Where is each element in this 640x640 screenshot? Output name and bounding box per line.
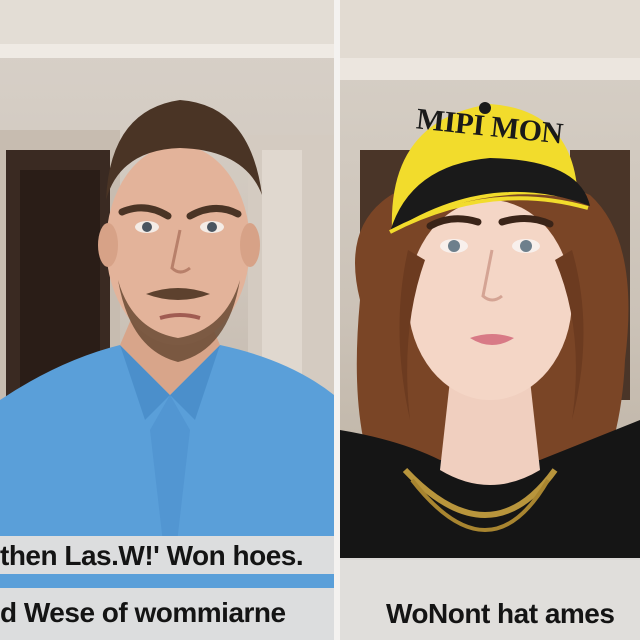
left-photo-panel: then Las.W!' Won hoes. d Wese of wommiar… <box>0 0 334 640</box>
right-photo-panel: MIPI MON WoNont hat ames <box>340 0 640 640</box>
right-caption-line-1: WoNont hat ames <box>386 598 615 629</box>
left-caption-line-1: then Las.W!' Won hoes. <box>0 540 304 571</box>
left-caption-line-2: d Wese of wommiarne <box>0 597 286 628</box>
woman-portrait-image <box>340 0 640 560</box>
